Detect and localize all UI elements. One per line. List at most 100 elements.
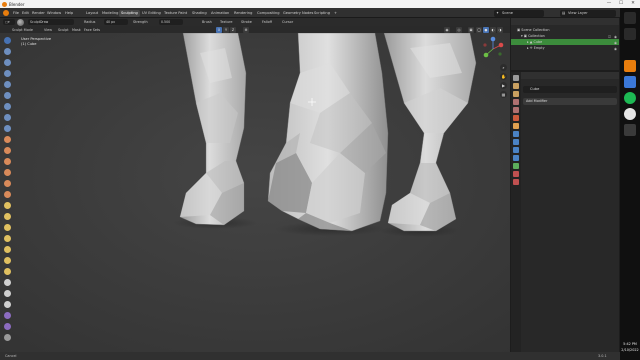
camera-view-icon[interactable]: ▶	[500, 82, 507, 89]
menu-view[interactable]: View	[44, 28, 52, 32]
symmetry-z-button[interactable]: Z	[230, 26, 236, 33]
blob-brush-icon[interactable]	[4, 114, 11, 121]
shading-solid-icon[interactable]: ●	[483, 26, 489, 33]
scene-tab-icon[interactable]	[513, 107, 519, 113]
rotate-brush-icon[interactable]	[4, 268, 11, 275]
menu-mask[interactable]: Mask	[72, 28, 81, 32]
file-explorer-taskbar-icon[interactable]	[624, 124, 636, 136]
symmetry-x-button[interactable]: X	[216, 26, 222, 33]
close-button[interactable]: ✕	[628, 1, 638, 7]
render-tab-icon[interactable]	[513, 83, 519, 89]
shading-material-icon[interactable]: ◐	[490, 26, 496, 33]
particles-tab-icon[interactable]	[513, 139, 519, 145]
object-tab-icon[interactable]	[513, 123, 519, 129]
shading-wireframe-icon[interactable]: ◯	[476, 26, 482, 33]
inflate-brush-icon[interactable]	[4, 103, 11, 110]
sculpt-options-icon[interactable]: ⚙	[243, 26, 249, 33]
tool-tab-icon[interactable]	[513, 75, 519, 81]
material-tab-icon[interactable]	[513, 171, 519, 177]
menu-falloff[interactable]: Falloff	[262, 20, 272, 24]
search-icon[interactable]	[624, 28, 636, 40]
constraints-tab-icon[interactable]	[513, 155, 519, 161]
menu-brush[interactable]: Brush	[202, 20, 212, 24]
thumb-brush-icon[interactable]	[4, 235, 11, 242]
crease-brush-icon[interactable]	[4, 125, 11, 132]
nudge-brush-icon[interactable]	[4, 257, 11, 264]
fill-brush-icon[interactable]	[4, 158, 11, 165]
blender-menu-icon[interactable]	[3, 10, 9, 16]
xray-icon[interactable]: ▣	[468, 26, 474, 33]
scrape-brush-icon[interactable]	[4, 169, 11, 176]
menu-cursor[interactable]: Cursor	[282, 20, 293, 24]
box-mask-icon[interactable]	[4, 334, 11, 341]
browser-taskbar-icon[interactable]	[624, 108, 636, 120]
mask-brush-icon[interactable]	[4, 312, 11, 319]
visibility-eye-icon[interactable]: ◉	[614, 46, 617, 52]
overlays-icon[interactable]: ◎	[456, 26, 462, 33]
3d-viewport[interactable]: User Perspective (1) Cube	[0, 33, 510, 352]
elastic-deform-brush-icon[interactable]	[4, 213, 11, 220]
tab-sculpting[interactable]: Sculpting	[119, 9, 140, 17]
draw-sharp-brush-icon[interactable]	[4, 48, 11, 55]
mode-selector[interactable]: Sculpt Mode	[12, 28, 33, 32]
view-layer-tab-icon[interactable]	[513, 99, 519, 105]
zoom-icon[interactable]: ⌕	[500, 64, 507, 71]
tab-modeling[interactable]: Modeling	[100, 10, 120, 17]
menu-help[interactable]: Help	[65, 11, 73, 15]
cloth-brush-icon[interactable]	[4, 301, 11, 308]
scene-selector[interactable]: ✦ Scene	[494, 9, 544, 17]
slide-relax-brush-icon[interactable]	[4, 279, 11, 286]
brush-preview-icon[interactable]	[17, 18, 24, 26]
tab-compositing[interactable]: Compositing	[255, 10, 282, 17]
tab-scripting[interactable]: Scripting	[312, 10, 332, 17]
minimize-button[interactable]: —	[604, 1, 614, 7]
view-object-types-icon[interactable]: ◉	[444, 26, 450, 33]
perspective-toggle-icon[interactable]: ▦	[500, 91, 507, 98]
pose-brush-icon[interactable]	[4, 246, 11, 253]
tool-picker-button[interactable]: ▢▾	[3, 19, 15, 25]
flatten-brush-icon[interactable]	[4, 147, 11, 154]
tab-texture-paint[interactable]: Texture Paint	[162, 10, 189, 17]
modifier-tab-icon[interactable]	[513, 131, 519, 137]
maximize-button[interactable]: ☐	[616, 1, 626, 7]
app-taskbar-icon[interactable]	[624, 76, 636, 88]
world-tab-icon[interactable]	[513, 115, 519, 121]
texture-tab-icon[interactable]	[513, 179, 519, 185]
brush-selector[interactable]: SculptDraw	[28, 19, 74, 25]
menu-texture[interactable]: Texture	[220, 20, 232, 24]
tab-rendering[interactable]: Rendering	[232, 10, 254, 17]
menu-sculpt[interactable]: Sculpt	[58, 28, 69, 32]
multiplane-scrape-brush-icon[interactable]	[4, 180, 11, 187]
tab-animation[interactable]: Animation	[209, 10, 231, 17]
clay-thumb-brush-icon[interactable]	[4, 81, 11, 88]
menu-window[interactable]: Window	[47, 11, 61, 15]
tab-uv-editing[interactable]: UV Editing	[140, 10, 163, 17]
layer-brush-icon[interactable]	[4, 92, 11, 99]
menu-edit[interactable]: Edit	[22, 11, 29, 15]
pinch-brush-icon[interactable]	[4, 191, 11, 198]
object-name-field[interactable]: Cube	[523, 86, 617, 93]
tab-layout[interactable]: Layout	[84, 10, 100, 17]
navigation-gizmo[interactable]	[480, 36, 506, 62]
strength-field[interactable]: 0.500	[159, 19, 183, 25]
symmetry-y-button[interactable]: Y	[223, 26, 229, 33]
outliner-item-empty[interactable]: ▸ ✛ Empty ◉	[511, 45, 619, 51]
shading-rendered-icon[interactable]: ◑	[497, 26, 503, 33]
data-tab-icon[interactable]	[513, 163, 519, 169]
view-layer-selector[interactable]: ▤ View Layer	[560, 9, 616, 17]
menu-file[interactable]: File	[13, 11, 19, 15]
tab-shading[interactable]: Shading	[190, 10, 209, 17]
draw-face-sets-icon[interactable]	[4, 323, 11, 330]
tab-geometry-nodes[interactable]: Geometry Nodes	[281, 10, 315, 17]
menu-face-sets[interactable]: Face Sets	[84, 28, 100, 32]
menu-render[interactable]: Render	[32, 11, 45, 15]
clay-brush-icon[interactable]	[4, 59, 11, 66]
radius-field[interactable]: 40 px	[104, 19, 128, 25]
physics-tab-icon[interactable]	[513, 147, 519, 153]
clay-strips-brush-icon[interactable]	[4, 70, 11, 77]
draw-brush-icon[interactable]	[4, 37, 11, 44]
blender-taskbar-icon[interactable]	[624, 60, 636, 72]
add-modifier-button[interactable]: Add Modifier	[523, 98, 617, 105]
pan-hand-icon[interactable]: ✋	[500, 73, 507, 80]
smooth-brush-icon[interactable]	[4, 136, 11, 143]
